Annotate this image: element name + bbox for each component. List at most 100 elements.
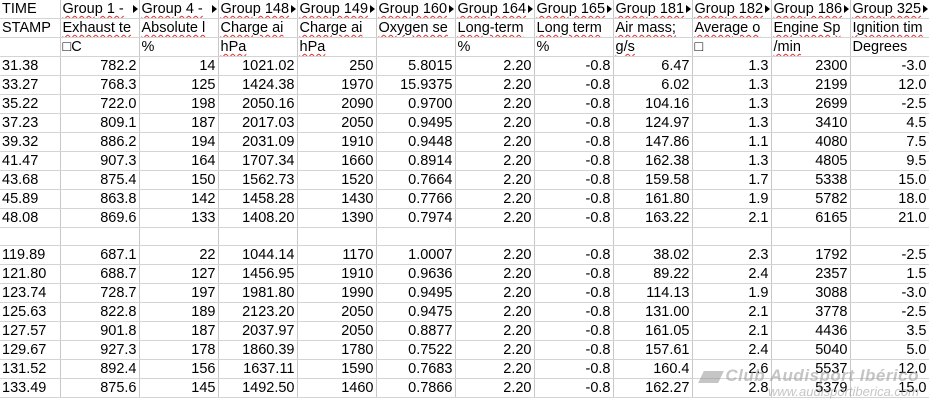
table-cell[interactable]: 5.8015 — [376, 56, 456, 76]
table-cell[interactable]: 927.3 — [60, 340, 140, 361]
header2-cell[interactable]: Oxygen se — [376, 18, 456, 38]
table-cell[interactable]: 104.16 — [613, 94, 693, 114]
table-cell[interactable]: 121.80 — [0, 264, 61, 285]
table-cell[interactable]: 875.6 — [60, 378, 140, 399]
table-cell[interactable]: -3.0 — [850, 283, 929, 304]
table-cell[interactable]: 4.5 — [850, 113, 929, 133]
table-cell[interactable]: 5.0 — [850, 340, 929, 361]
units-cell[interactable]: hPa — [218, 37, 298, 57]
table-cell[interactable]: 869.6 — [60, 208, 140, 228]
units-cell[interactable] — [376, 37, 456, 57]
table-cell[interactable]: -0.8 — [534, 113, 614, 133]
header2-cell[interactable]: Exhaust te — [60, 18, 140, 38]
table-cell[interactable]: 0.9495 — [376, 113, 456, 133]
table-cell[interactable]: 2031.09 — [218, 132, 298, 152]
table-cell[interactable]: 1981.80 — [218, 283, 298, 304]
table-cell[interactable]: -3.0 — [850, 56, 929, 76]
table-cell[interactable]: 1590 — [297, 359, 377, 380]
table-cell[interactable]: 1910 — [297, 264, 377, 285]
header2-cell[interactable]: STAMP — [0, 18, 61, 38]
table-cell[interactable]: 687.1 — [60, 245, 140, 266]
table-cell[interactable]: 1.3 — [692, 56, 772, 76]
table-cell[interactable]: 3088 — [771, 283, 851, 304]
table-cell[interactable]: 2699 — [771, 94, 851, 114]
table-cell[interactable]: 1.9 — [692, 283, 772, 304]
header1-cell[interactable]: Group 4 - — [139, 0, 219, 19]
table-cell[interactable]: 6165 — [771, 208, 851, 228]
table-cell[interactable]: 2.1 — [692, 302, 772, 323]
table-cell[interactable]: 1520 — [297, 170, 377, 190]
table-cell[interactable]: 0.9495 — [376, 283, 456, 304]
table-cell[interactable]: 5338 — [771, 170, 851, 190]
table-cell[interactable]: 3778 — [771, 302, 851, 323]
table-cell[interactable]: 3.5 — [850, 321, 929, 342]
table-cell[interactable]: 6.02 — [613, 75, 693, 95]
table-cell[interactable]: 0.9700 — [376, 94, 456, 114]
table-cell[interactable]: 1.9 — [692, 189, 772, 209]
units-cell[interactable]: % — [139, 37, 219, 57]
table-cell[interactable]: 892.4 — [60, 359, 140, 380]
table-cell[interactable]: 164 — [139, 151, 219, 171]
table-cell[interactable]: 5040 — [771, 340, 851, 361]
table-cell[interactable]: 15.0 — [850, 170, 929, 190]
table-cell[interactable] — [139, 227, 219, 247]
table-cell[interactable]: 37.23 — [0, 113, 61, 133]
table-cell[interactable]: -0.8 — [534, 170, 614, 190]
table-cell[interactable]: 0.7766 — [376, 189, 456, 209]
table-cell[interactable]: 1492.50 — [218, 378, 298, 399]
table-cell[interactable]: 127.57 — [0, 321, 61, 342]
table-cell[interactable]: 0.7974 — [376, 208, 456, 228]
table-cell[interactable]: 6.47 — [613, 56, 693, 76]
table-cell[interactable]: 14 — [139, 56, 219, 76]
table-cell[interactable]: 1562.73 — [218, 170, 298, 190]
table-cell[interactable]: 31.38 — [0, 56, 61, 76]
table-cell[interactable]: 907.3 — [60, 151, 140, 171]
table-cell[interactable]: 38.02 — [613, 245, 693, 266]
table-cell[interactable]: 15.9375 — [376, 75, 456, 95]
table-cell[interactable]: 2.20 — [455, 132, 535, 152]
table-cell[interactable]: 0.9636 — [376, 264, 456, 285]
table-cell[interactable]: 1660 — [297, 151, 377, 171]
table-cell[interactable]: 157.61 — [613, 340, 693, 361]
table-cell[interactable]: 161.80 — [613, 189, 693, 209]
table-cell[interactable]: 0.7683 — [376, 359, 456, 380]
units-cell[interactable]: % — [534, 37, 614, 57]
table-cell[interactable]: 0.7866 — [376, 378, 456, 399]
table-cell[interactable]: 2.20 — [455, 170, 535, 190]
table-cell[interactable]: -0.8 — [534, 75, 614, 95]
table-cell[interactable]: 2.1 — [692, 208, 772, 228]
table-cell[interactable]: 1.7 — [692, 170, 772, 190]
table-cell[interactable]: 2199 — [771, 75, 851, 95]
header2-cell[interactable]: Absolute l — [139, 18, 219, 38]
table-cell[interactable]: 2.20 — [455, 378, 535, 399]
table-cell[interactable] — [60, 227, 140, 247]
table-cell[interactable] — [0, 227, 61, 247]
table-cell[interactable]: 2017.03 — [218, 113, 298, 133]
table-cell[interactable]: 22 — [139, 245, 219, 266]
table-cell[interactable]: 2123.20 — [218, 302, 298, 323]
table-cell[interactable]: 127 — [139, 264, 219, 285]
table-cell[interactable]: 18.0 — [850, 189, 929, 209]
table-cell[interactable]: -2.5 — [850, 94, 929, 114]
table-cell[interactable]: 728.7 — [60, 283, 140, 304]
table-cell[interactable]: 4080 — [771, 132, 851, 152]
table-cell[interactable]: -0.8 — [534, 359, 614, 380]
units-cell[interactable]: g/s — [613, 37, 693, 57]
table-cell[interactable]: 187 — [139, 113, 219, 133]
table-cell[interactable]: 1990 — [297, 283, 377, 304]
table-cell[interactable]: 2.20 — [455, 208, 535, 228]
table-cell[interactable] — [297, 227, 377, 247]
table-cell[interactable]: 2.8 — [692, 378, 772, 399]
table-cell[interactable]: 5782 — [771, 189, 851, 209]
table-cell[interactable]: -0.8 — [534, 132, 614, 152]
table-cell[interactable]: 2.20 — [455, 264, 535, 285]
table-cell[interactable]: 688.7 — [60, 264, 140, 285]
table-cell[interactable]: 1.3 — [692, 75, 772, 95]
table-cell[interactable]: 0.7522 — [376, 340, 456, 361]
table-cell[interactable]: 2.20 — [455, 189, 535, 209]
table-cell[interactable]: 4805 — [771, 151, 851, 171]
table-cell[interactable]: 822.8 — [60, 302, 140, 323]
table-cell[interactable]: 1170 — [297, 245, 377, 266]
table-cell[interactable]: 12.0 — [850, 75, 929, 95]
table-cell[interactable]: 250 — [297, 56, 377, 76]
